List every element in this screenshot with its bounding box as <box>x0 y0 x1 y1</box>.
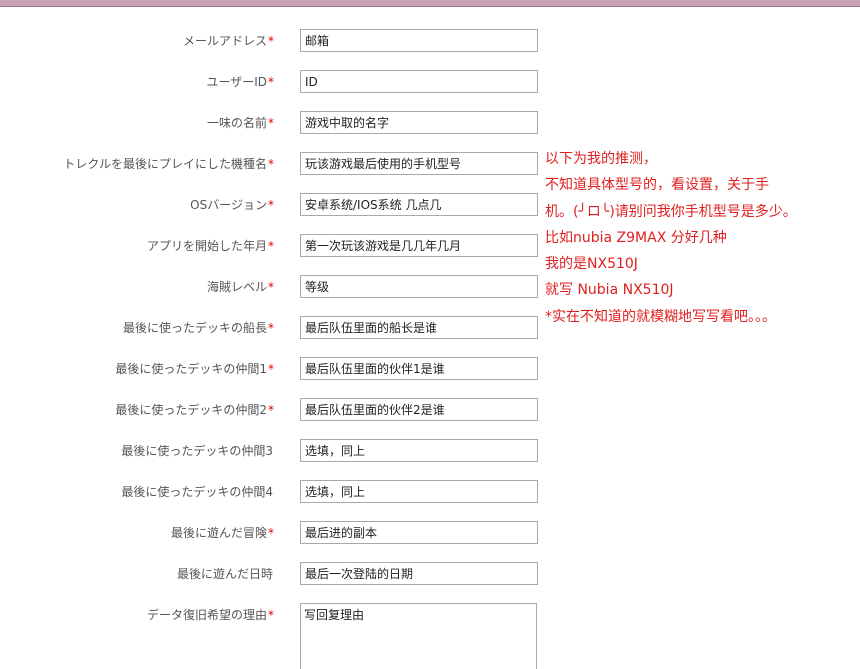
label-start-date: アプリを開始した年月* <box>146 239 274 253</box>
required-mark: * <box>268 239 274 253</box>
row-os-version: OSバージョン* <box>0 193 560 217</box>
note-line: 比如nubia Z9MAX 分好几种 <box>545 229 727 246</box>
email-input[interactable] <box>300 29 538 52</box>
row-device-model: トレクルを最後にプレイにした機種名* <box>0 152 560 176</box>
row-start-date: アプリを開始した年月* <box>0 234 560 258</box>
deck-member-1-input[interactable] <box>300 357 538 380</box>
label-last-adventure: 最後に遊んだ冒険* <box>170 526 274 540</box>
required-mark: * <box>268 608 274 622</box>
last-adventure-input[interactable] <box>300 521 538 544</box>
row-last-played: 最後に遊んだ日時 <box>0 562 560 586</box>
recovery-reason-textarea[interactable]: 写回复理由 <box>300 603 537 669</box>
deck-member-4-input[interactable] <box>300 480 538 503</box>
deck-member-3-input[interactable] <box>300 439 538 462</box>
row-deck-member-1: 最後に使ったデッキの仲間1* <box>0 357 560 381</box>
row-pirate-level: 海賊レベル* <box>0 275 560 299</box>
label-recovery-reason: データ復旧希望の理由* <box>146 608 274 622</box>
os-version-input[interactable] <box>300 193 538 216</box>
row-deck-member-2: 最後に使ったデッキの仲間2* <box>0 398 560 422</box>
label-deck-member-1: 最後に使ったデッキの仲間1* <box>115 362 274 376</box>
label-deck-captain: 最後に使ったデッキの船長* <box>122 321 274 335</box>
label-os-version: OSバージョン* <box>190 198 274 212</box>
row-last-adventure: 最後に遊んだ冒険* <box>0 521 560 545</box>
pirate-level-input[interactable] <box>300 275 538 298</box>
note-line: *实在不知道的就模糊地写写看吧。。。 <box>545 308 776 325</box>
label-crew-name: 一味の名前* <box>206 116 274 130</box>
instruction-note: 以下为我的推测， 不知道具体型号的，看设置，关于手 机。(╯ロ╰)请别问我你手机… <box>545 146 845 330</box>
label-device-model: トレクルを最後にプレイにした機種名* <box>63 157 274 171</box>
row-user-id: ユーザーID* <box>0 70 560 94</box>
required-mark: * <box>268 198 274 212</box>
row-deck-captain: 最後に使ったデッキの船長* <box>0 316 560 340</box>
label-deck-member-3: 最後に使ったデッキの仲間3 <box>121 444 273 458</box>
required-mark: * <box>268 157 274 171</box>
recovery-form: メールアドレス* ユーザーID* 一味の名前* トレクルを最後にプレイにした機種… <box>0 0 860 669</box>
required-mark: * <box>268 280 274 294</box>
note-line: 不知道具体型号的，看设置，关于手 <box>545 177 769 194</box>
note-line: 就写 Nubia NX510J <box>545 282 674 299</box>
label-last-played: 最後に遊んだ日時 <box>176 567 273 581</box>
crew-name-input[interactable] <box>300 111 538 134</box>
label-pirate-level: 海賊レベル* <box>206 280 274 294</box>
note-line: 我的是NX510J <box>545 256 638 273</box>
required-mark: * <box>268 75 274 89</box>
required-mark: * <box>268 362 274 376</box>
label-deck-member-4: 最後に使ったデッキの仲間4 <box>121 485 273 499</box>
row-crew-name: 一味の名前* <box>0 111 560 135</box>
label-user-id: ユーザーID* <box>206 75 274 89</box>
user-id-input[interactable] <box>300 70 538 93</box>
label-email: メールアドレス* <box>182 34 274 48</box>
required-mark: * <box>268 403 274 417</box>
required-mark: * <box>268 116 274 130</box>
start-date-input[interactable] <box>300 234 538 257</box>
row-email: メールアドレス* <box>0 29 560 53</box>
required-mark: * <box>268 321 274 335</box>
row-deck-member-4: 最後に使ったデッキの仲間4 <box>0 480 560 504</box>
required-mark: * <box>268 526 274 540</box>
required-mark: * <box>268 34 274 48</box>
device-model-input[interactable] <box>300 152 538 175</box>
note-line: 机。(╯ロ╰)请别问我你手机型号是多少。 <box>545 203 797 220</box>
label-deck-member-2: 最後に使ったデッキの仲間2* <box>115 403 274 417</box>
note-line: 以下为我的推测， <box>545 151 657 167</box>
deck-captain-input[interactable] <box>300 316 538 339</box>
last-played-input[interactable] <box>300 562 538 585</box>
deck-member-2-input[interactable] <box>300 398 538 421</box>
row-deck-member-3: 最後に使ったデッキの仲間3 <box>0 439 560 463</box>
